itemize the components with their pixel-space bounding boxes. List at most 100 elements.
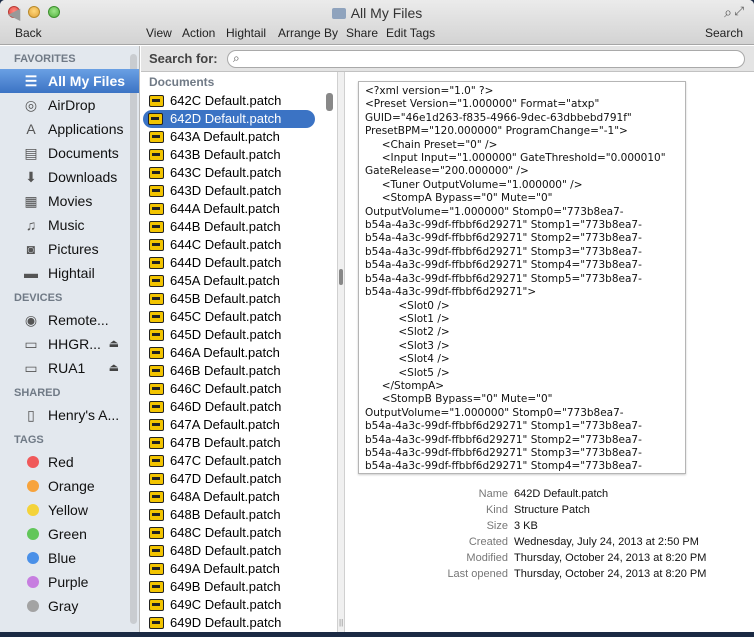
action-button[interactable]: Action [182,26,215,40]
sidebar-item-label: Pictures [48,241,99,257]
sidebar-item-label: Green [48,526,87,542]
file-row[interactable]: 643D Default.patch [141,182,337,200]
file-row[interactable]: 646D Default.patch [141,398,337,416]
search-input[interactable] [227,50,745,68]
computer-icon: ▯ [27,407,35,423]
file-row[interactable]: 644C Default.patch [141,236,337,254]
hightail-button[interactable]: Hightail [226,26,266,40]
file-row[interactable]: 644A Default.patch [141,200,337,218]
search-bar: Search for: ⌕ [141,46,754,72]
file-row[interactable]: 647D Default.patch [141,470,337,488]
file-row[interactable]: 645D Default.patch [141,326,337,344]
file-row[interactable]: 648D Default.patch [141,542,337,560]
sidebar-item-movies[interactable]: ▦ Movies [0,189,139,213]
resize-grip-icon[interactable]: || [339,618,343,627]
sidebar-item-yellow[interactable]: Yellow [0,498,139,522]
patch-file-icon [149,203,164,215]
sidebar-item-remote[interactable]: ◉ Remote... [0,308,139,332]
sidebar-item-red[interactable]: Red [0,450,139,474]
file-row[interactable]: 644D Default.patch [141,254,337,272]
eject-icon[interactable]: ⏏ [109,332,119,356]
file-row[interactable]: 647B Default.patch [141,434,337,452]
sidebar-item-airdrop[interactable]: ◎ AirDrop [0,93,139,117]
file-row[interactable]: 645A Default.patch [141,272,337,290]
file-name: 644B Default.patch [170,219,281,234]
arrange-by-button[interactable]: Arrange By [278,26,338,40]
column-divider[interactable]: || [337,72,345,632]
patch-file-icon [149,131,164,143]
file-name: 645D Default.patch [170,327,282,342]
patch-file-icon [149,527,164,539]
file-row[interactable]: 646B Default.patch [141,362,337,380]
edit-tags-button[interactable]: Edit Tags [386,26,435,40]
sidebar-item-purple[interactable]: Purple [0,570,139,594]
file-name: 645A Default.patch [170,273,280,288]
file-row[interactable]: 643B Default.patch [141,146,337,164]
file-name: 644C Default.patch [170,237,282,252]
file-row[interactable]: 649D Default.patch [141,614,337,632]
sidebar-item-documents[interactable]: ▤ Documents [0,141,139,165]
sidebar-item-orange[interactable]: Orange [0,474,139,498]
patch-file-icon [149,473,164,485]
file-row[interactable]: 645B Default.patch [141,290,337,308]
share-button[interactable]: Share [346,26,378,40]
sidebar-item-green[interactable]: Green [0,522,139,546]
file-row[interactable]: 649C Default.patch [141,596,337,614]
info-key: Created [468,536,508,548]
back-button[interactable]: Back [15,26,42,40]
file-row[interactable]: 649B Default.patch [141,578,337,596]
eject-icon[interactable]: ⏏ [109,356,119,380]
file-row[interactable]: 646C Default.patch [141,380,337,398]
search-button[interactable]: Search [705,26,743,40]
column-resize-handle[interactable] [339,269,343,285]
list-scrollbar[interactable] [326,93,333,111]
sidebar-item-gray[interactable]: Gray [0,594,139,618]
sidebar-item-henry-s-a[interactable]: ▯ Henry's A... [0,403,139,427]
file-row[interactable]: 643C Default.patch [141,164,337,182]
patch-file-icon [148,113,163,125]
sidebar-item-hhgr[interactable]: ▭ HHGR... ⏏ [0,332,139,356]
patch-file-icon [149,437,164,449]
sidebar-item-pictures[interactable]: ◙ Pictures [0,237,139,261]
file-row[interactable]: 645C Default.patch [141,308,337,326]
patch-file-icon [149,221,164,233]
search-icon[interactable]: ⌕ [724,4,732,21]
sidebar-item-music[interactable]: ♫ Music [0,213,139,237]
file-row[interactable]: 647C Default.patch [141,452,337,470]
file-name: 648B Default.patch [170,507,281,522]
file-name: 648D Default.patch [170,543,282,558]
documents-icon: ▤ [24,145,38,161]
sidebar-item-blue[interactable]: Blue [0,546,139,570]
sidebar-item-all-my-files[interactable]: ☰ All My Files [0,69,139,93]
file-row[interactable]: 649A Default.patch [141,560,337,578]
patch-file-icon [149,329,164,341]
sidebar-item-downloads[interactable]: ⬇ Downloads [0,165,139,189]
tag-color-icon [27,528,39,540]
window-title-text: All My Files [350,5,423,21]
file-row[interactable]: 642C Default.patch [141,92,337,110]
file-name: 643D Default.patch [170,183,282,198]
back-arrow-icon[interactable]: ◀ [8,4,20,24]
file-row[interactable]: 648A Default.patch [141,488,337,506]
file-row[interactable]: 643A Default.patch [141,128,337,146]
file-row[interactable]: 648C Default.patch [141,524,337,542]
file-row[interactable]: 646A Default.patch [141,344,337,362]
file-list: Documents 642C Default.patch 642D Default… [141,72,337,632]
file-row[interactable]: 647A Default.patch [141,416,337,434]
file-row[interactable]: 648B Default.patch [141,506,337,524]
sidebar-item-label: Henry's A... [48,407,120,423]
sidebar-item-applications[interactable]: A Applications [0,117,139,141]
all-files-icon: ☰ [24,73,38,89]
fullscreen-icon[interactable]: ⤢ [734,4,744,19]
file-row[interactable]: 644B Default.patch [141,218,337,236]
patch-file-icon [149,347,164,359]
view-button[interactable]: View [146,26,172,40]
file-row[interactable]: 642D Default.patch [143,110,315,128]
preview-content-box[interactable]: <?xml version="1.0" ?> <Preset Version="… [358,81,686,474]
sidebar-item-label: Yellow [48,502,88,518]
sidebar-item-rua1[interactable]: ▭ RUA1 ⏏ [0,356,139,380]
patch-file-icon [149,491,164,503]
file-name: 646B Default.patch [170,363,281,378]
sidebar-item-label: Blue [48,550,77,566]
sidebar-item-hightail[interactable]: ▬ Hightail [0,261,139,285]
